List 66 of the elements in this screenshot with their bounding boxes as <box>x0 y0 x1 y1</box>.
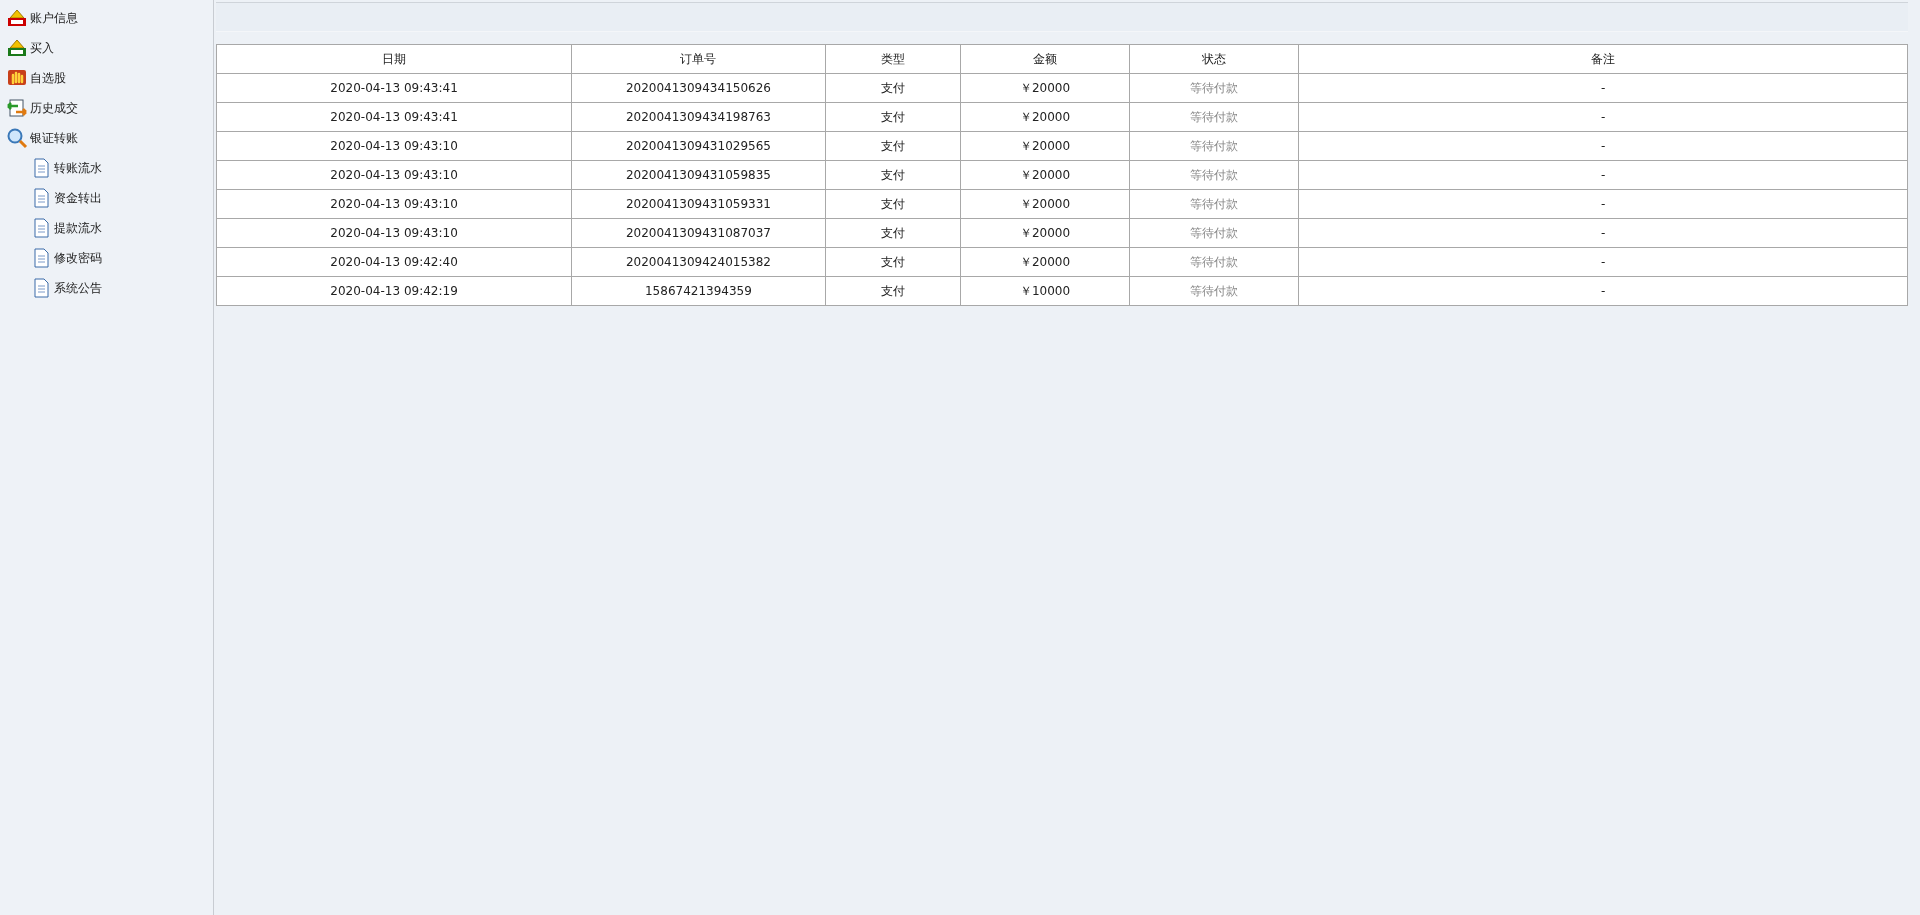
sidebar-item[interactable]: 账户信息 <box>0 3 213 33</box>
table-cell: ￥20000 <box>960 73 1130 103</box>
table-cell: 2020041309431059331 <box>571 189 826 219</box>
sidebar-item[interactable]: 买入 <box>0 33 213 63</box>
table-cell: - <box>1298 131 1908 161</box>
table-cell: 等待付款 <box>1129 160 1299 190</box>
table-cell: 支付 <box>825 276 961 306</box>
table-cell: - <box>1298 102 1908 132</box>
sidebar-item[interactable]: 系统公告 <box>0 273 213 303</box>
table-cell: - <box>1298 160 1908 190</box>
table-cell: 2020-04-13 09:43:10 <box>216 189 572 219</box>
sidebar-item[interactable]: 转账流水 <box>0 153 213 183</box>
table-cell: 2020-04-13 09:43:41 <box>216 73 572 103</box>
table-cell: - <box>1298 247 1908 277</box>
table-cell: ￥20000 <box>960 247 1130 277</box>
table-cell: 支付 <box>825 189 961 219</box>
table-cell: 等待付款 <box>1129 218 1299 248</box>
table-cell: 2020-04-13 09:43:10 <box>216 218 572 248</box>
column-header: 日期 <box>216 44 572 74</box>
table-cell: 2020-04-13 09:42:19 <box>216 276 572 306</box>
table-cell: - <box>1298 189 1908 219</box>
sidebar-item[interactable]: 提款流水 <box>0 213 213 243</box>
table-cell: 15867421394359 <box>571 276 826 306</box>
table-cell: ￥20000 <box>960 160 1130 190</box>
table-cell: 2020-04-13 09:43:10 <box>216 160 572 190</box>
sidebar-item[interactable]: 资金转出 <box>0 183 213 213</box>
table-cell: ￥20000 <box>960 102 1130 132</box>
table-cell: - <box>1298 276 1908 306</box>
table-cell: 支付 <box>825 131 961 161</box>
table-cell: 2020-04-13 09:42:40 <box>216 247 572 277</box>
table-cell: 2020041309431059835 <box>571 160 826 190</box>
table-cell: 支付 <box>825 218 961 248</box>
table-cell: 2020041309424015382 <box>571 247 826 277</box>
sidebar-item[interactable]: 历史成交 <box>0 93 213 123</box>
table-cell: 2020-04-13 09:43:10 <box>216 131 572 161</box>
table-cell: 支付 <box>825 102 961 132</box>
column-header: 订单号 <box>571 44 826 74</box>
table-cell: ￥10000 <box>960 276 1130 306</box>
table-cell: 2020041309434150626 <box>571 73 826 103</box>
exchange-arrows-icon <box>6 97 28 119</box>
table-cell: ￥20000 <box>960 189 1130 219</box>
table-cell: 支付 <box>825 160 961 190</box>
search-icon <box>6 127 28 149</box>
column-header: 类型 <box>825 44 961 74</box>
table-cell: 等待付款 <box>1129 247 1299 277</box>
sidebar-item[interactable]: 自选股 <box>0 63 213 93</box>
table-cell: ￥20000 <box>960 131 1130 161</box>
sidebar-item[interactable]: 修改密码 <box>0 243 213 273</box>
table-cell: ￥20000 <box>960 218 1130 248</box>
column-header: 金额 <box>960 44 1130 74</box>
table-cell: - <box>1298 73 1908 103</box>
column-header: 备注 <box>1298 44 1908 74</box>
table-cell: 等待付款 <box>1129 131 1299 161</box>
table-cell: - <box>1298 218 1908 248</box>
table-cell: 2020041309434198763 <box>571 102 826 132</box>
table-cell: 支付 <box>825 247 961 277</box>
column-header: 状态 <box>1129 44 1299 74</box>
table-cell: 等待付款 <box>1129 102 1299 132</box>
sidebar-item[interactable]: 银证转账 <box>0 123 213 153</box>
table-cell: 2020041309431087037 <box>571 218 826 248</box>
table-cell: 2020041309431029565 <box>571 131 826 161</box>
table-cell: 2020-04-13 09:43:41 <box>216 102 572 132</box>
table-cell: 等待付款 <box>1129 189 1299 219</box>
table-cell: 支付 <box>825 73 961 103</box>
table-cell: 等待付款 <box>1129 73 1299 103</box>
table-cell: 等待付款 <box>1129 276 1299 306</box>
